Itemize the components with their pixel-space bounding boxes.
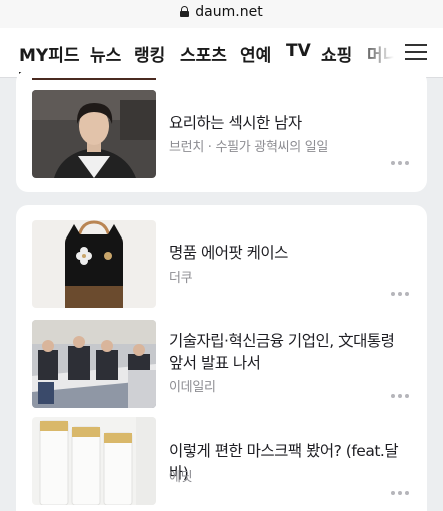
article-title[interactable]: 기술자립·혁신금융 기업인, 文대통령 앞서 발표 나서 [169, 330, 409, 374]
article-title[interactable]: 요리하는 섹시한 남자 [169, 112, 409, 134]
tab-shopping[interactable]: 쇼핑 [321, 41, 352, 66]
list-item[interactable]: 명품 에어팟 케이스 더쿠 [16, 220, 427, 312]
menu-icon[interactable] [405, 43, 427, 61]
previous-thumb-edge [32, 78, 156, 80]
list-item[interactable]: 이렇게 편한 마스크팩 봤어? (feat.달바) 에딧 [16, 417, 427, 509]
person-photo [32, 90, 156, 178]
tab-sports[interactable]: 스포츠 [180, 41, 227, 66]
list-item[interactable]: 기술자립·혁신금융 기업인, 文대통령 앞서 발표 나서 이데일리 [16, 320, 427, 412]
more-options-icon[interactable] [391, 394, 409, 398]
tab-news[interactable]: 뉴스 [90, 41, 121, 66]
feed-card: 명품 에어팟 케이스 더쿠 기술자립·혁신금융 기업인, 文대통령 앞서 발표 … [16, 205, 427, 511]
more-options-icon[interactable] [391, 491, 409, 495]
article-title[interactable]: 명품 에어팟 케이스 [169, 242, 409, 264]
browser-url-bar[interactable]: daum.net [0, 0, 443, 28]
mask-pack-photo [32, 417, 156, 505]
tab-tv[interactable]: TV [286, 41, 311, 61]
url-text: daum.net [195, 4, 263, 20]
conference-photo [32, 320, 156, 408]
article-title[interactable]: 이렇게 편한 마스크팩 봤어? (feat.달바) [169, 440, 409, 484]
list-item[interactable]: 요리하는 섹시한 남자 브런치 · 수필가 광혁씨의 일일 [16, 90, 427, 188]
address-field[interactable]: daum.net [0, 4, 443, 20]
article-source: 에딧 [169, 470, 193, 485]
article-source: 더쿠 [169, 271, 193, 286]
article-source: 브런치 · 수필가 광혁씨의 일일 [169, 140, 329, 155]
tab-ranking[interactable]: 랭킹 [134, 41, 165, 66]
airpods-case-photo [32, 220, 156, 308]
more-options-icon[interactable] [391, 292, 409, 296]
lock-icon [180, 6, 190, 17]
article-source: 이데일리 [169, 380, 216, 395]
tab-entertainment[interactable]: 연예 [240, 41, 271, 66]
feed-card: 요리하는 섹시한 남자 브런치 · 수필가 광혁씨의 일일 [16, 70, 427, 192]
more-options-icon[interactable] [391, 161, 409, 165]
